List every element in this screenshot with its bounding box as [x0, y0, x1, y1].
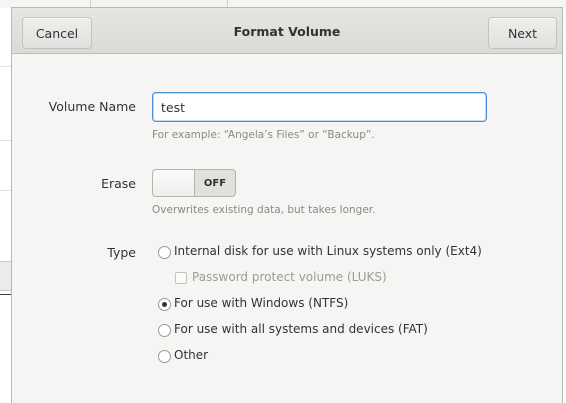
- erase-label: Erase: [101, 176, 136, 191]
- volume-name-hint: For example: “Angela’s Files” or “Backup…: [152, 129, 375, 141]
- luks-checkbox[interactable]: [175, 272, 187, 284]
- dialog-title: Format Volume: [233, 23, 341, 39]
- volume-name-input[interactable]: [152, 92, 487, 122]
- erase-hint: Overwrites existing data, but takes long…: [152, 204, 376, 216]
- type-label: Type: [107, 245, 136, 260]
- radio-other[interactable]: [158, 350, 171, 363]
- switch-knob: [153, 170, 195, 196]
- format-volume-dialog: Format Volume Cancel Next Volume Name Fo…: [11, 7, 563, 403]
- cancel-button[interactable]: Cancel: [22, 17, 92, 49]
- option-ntfs-label[interactable]: For use with Windows (NTFS): [174, 296, 348, 310]
- header-bar: Format Volume Cancel Next: [12, 8, 562, 54]
- radio-fat[interactable]: [158, 324, 171, 337]
- erase-switch[interactable]: OFF: [152, 169, 236, 197]
- volume-name-label: Volume Name: [48, 99, 136, 114]
- option-other-label[interactable]: Other: [174, 348, 208, 362]
- luks-label[interactable]: Password protect volume (LUKS): [192, 270, 387, 284]
- option-fat-label[interactable]: For use with all systems and devices (FA…: [174, 322, 428, 336]
- next-button[interactable]: Next: [488, 17, 557, 49]
- radio-ntfs[interactable]: [158, 298, 171, 311]
- radio-ext4[interactable]: [158, 246, 171, 259]
- switch-state-label: OFF: [203, 177, 227, 189]
- option-ext4-label[interactable]: Internal disk for use with Linux systems…: [174, 244, 482, 258]
